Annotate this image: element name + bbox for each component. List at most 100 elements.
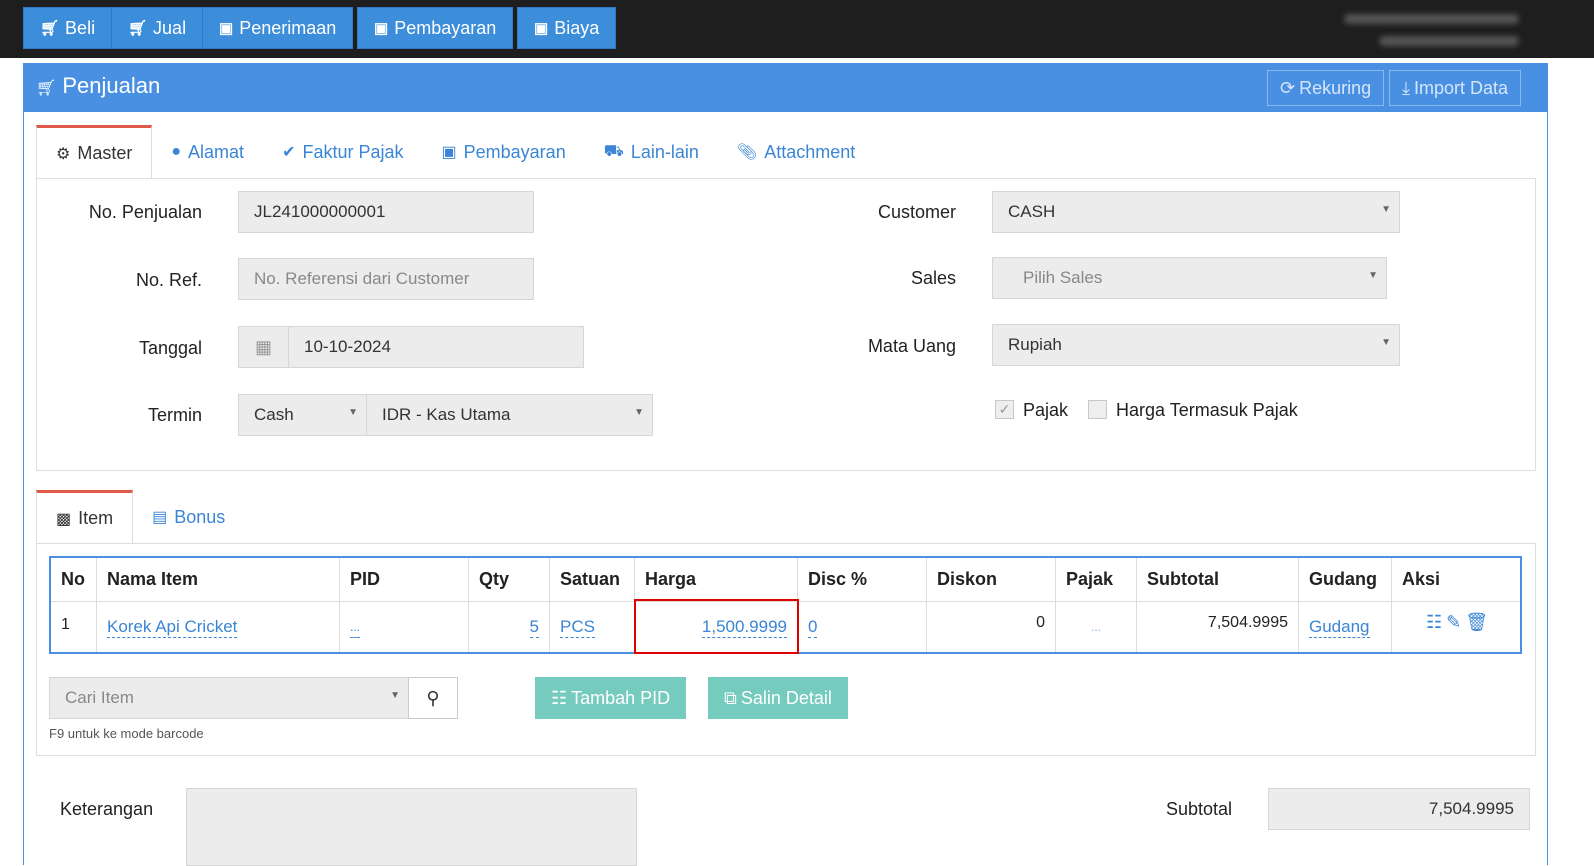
row-satuan-cell: PCS [550, 602, 635, 652]
pajak-checkbox[interactable]: ✓ [995, 400, 1014, 419]
tab-bonus[interactable]: ▤ Bonus [133, 490, 244, 544]
money-icon: ▣ [441, 144, 457, 161]
tab-pembayaran-label: Pembayaran [463, 141, 566, 162]
pencil-icon[interactable]: ✎ [1446, 612, 1461, 633]
harga-link[interactable]: 1,500.9999 [701, 617, 787, 638]
mata-uang-value: Rupiah [1008, 335, 1062, 354]
no-penjualan-label: No. Penjualan [88, 202, 202, 222]
user-info-blurred[interactable] [1334, 8, 1524, 50]
col-satuan: Satuan [550, 558, 635, 602]
tab-item-label: Item [78, 508, 114, 528]
keterangan-textarea[interactable] [186, 788, 637, 866]
rekuring-label: Rekuring [1299, 77, 1372, 98]
rekuring-button[interactable]: ⟳ Rekuring [1267, 70, 1385, 106]
items-table: No Nama Item PID Qty Satuan Harga Disc %… [49, 556, 1522, 654]
money-icon: ▣ [219, 20, 234, 37]
termin-select[interactable]: Cash ▼ [238, 394, 367, 436]
row-disc-cell: 0 [798, 602, 927, 652]
penjualan-panel: 🛒︎ Penjualan ⟳ Rekuring ⤓ Import Data ⚙ Mast… [23, 63, 1548, 866]
search-icon: ⚲ [426, 687, 440, 708]
tab-alamat[interactable]: ● Alamat [152, 125, 263, 179]
tab-item[interactable]: ▩ Item [36, 490, 134, 544]
master-tabs: ⚙ Master ● Alamat ✔ Faktur Pajak ▣ Pembayara… [36, 125, 874, 179]
paperclip-icon: 📎︎ [736, 144, 758, 161]
col-disc: Disc % [798, 558, 927, 602]
kas-select[interactable]: IDR - Kas Utama ▼ [366, 394, 653, 436]
pembayaran-button[interactable]: ▣ Pembayaran [357, 7, 514, 49]
tab-attachment-label: Attachment [764, 141, 856, 162]
customer-select[interactable]: CASH ▼ [992, 191, 1400, 233]
tambah-pid-button[interactable]: ☷ Tambah PID [535, 677, 687, 719]
beli-label: Beli [65, 17, 96, 38]
tambah-pid-label: Tambah PID [571, 687, 671, 708]
tanggal-field[interactable]: ▦ 10-10-2024 [238, 326, 584, 368]
mata-uang-select[interactable]: Rupiah ▼ [992, 324, 1400, 366]
tab-lain-lain[interactable]: ⛟ Lain-lain [585, 125, 718, 179]
qty-link[interactable]: 5 [529, 617, 539, 638]
tab-pembayaran[interactable]: ▣ Pembayaran [423, 125, 585, 179]
tanggal-value: 10-10-2024 [304, 337, 391, 356]
tab-faktur-pajak[interactable]: ✔ Faktur Pajak [263, 125, 422, 179]
biaya-button[interactable]: ▣ Biaya [517, 7, 617, 49]
pajak-link[interactable]: ... [1091, 620, 1101, 634]
search-button[interactable]: ⚲ [408, 677, 458, 719]
disc-link[interactable]: 0 [808, 617, 818, 638]
no-penjualan-field[interactable]: JL241000000001 [238, 191, 534, 233]
row-qty-cell: 5 [469, 602, 550, 652]
row-pid-cell: ... [340, 602, 469, 652]
customer-label: Customer [877, 202, 956, 222]
tab-alamat-label: Alamat [188, 141, 245, 162]
gift-icon: ▤ [152, 509, 168, 526]
trash-icon[interactable]: 🗑︎ [1465, 612, 1488, 633]
cart-icon: 🛒︎ [128, 20, 148, 37]
pajak-label: Pajak [1023, 400, 1069, 420]
row-nama-item-cell: Korek Api Cricket [97, 602, 340, 652]
row-diskon: 0 [927, 602, 1056, 652]
termin-label: Termin [147, 405, 202, 425]
col-aksi: Aksi [1392, 558, 1520, 602]
chevron-down-icon: ▼ [1368, 270, 1378, 281]
tab-lain-lain-label: Lain-lain [630, 141, 699, 162]
tab-attachment[interactable]: 📎︎ Attachment [718, 125, 874, 179]
cari-item-select[interactable]: Cari Item ▼ [49, 677, 409, 719]
barcode-icon[interactable]: ☷ [1426, 612, 1442, 633]
salin-detail-label: Salin Detail [740, 687, 832, 708]
col-pid: PID [340, 558, 469, 602]
customer-value: CASH [1008, 202, 1056, 221]
gudang-link[interactable]: Gudang [1309, 617, 1370, 638]
row-gudang-cell: Gudang [1299, 602, 1392, 652]
beli-button[interactable]: 🛒︎ Beli [23, 7, 113, 49]
check-circle-icon: ✔ [282, 144, 296, 161]
tab-master[interactable]: ⚙ Master [36, 125, 153, 179]
row-aksi: ☷ ✎ 🗑︎ [1392, 602, 1520, 652]
termin-value: Cash [254, 405, 294, 424]
calendar-icon[interactable]: ▦ [239, 327, 289, 367]
col-subtotal: Subtotal [1137, 558, 1299, 602]
truck-icon: ⛟ [603, 143, 624, 160]
top-navbar: 🛒︎ Beli 🛒︎ Jual ▣ Penerimaan ▣ Pembayaran ▣ B… [0, 0, 1594, 58]
item-name-link[interactable]: Korek Api Cricket [107, 617, 238, 638]
table-row: 1 Korek Api Cricket ... 5 PCS 1,500.9999… [51, 599, 1520, 654]
row-no: 1 [51, 602, 97, 652]
import-data-label: Import Data [1413, 77, 1509, 98]
pid-link[interactable]: ... [350, 617, 361, 638]
chevron-down-icon: ▼ [1381, 204, 1391, 215]
refresh-icon: ⟳ [1280, 77, 1296, 98]
penerimaan-button[interactable]: ▣ Penerimaan [202, 7, 354, 49]
salin-detail-button[interactable]: ⧉ Salin Detail [708, 677, 848, 719]
import-data-button[interactable]: ⤓ Import Data [1389, 70, 1522, 106]
row-subtotal: 7,504.9995 [1137, 602, 1299, 652]
harga-termasuk-pajak-label: Harga Termasuk Pajak [1116, 400, 1298, 420]
cart-icon: 🛒︎ [40, 20, 60, 37]
jual-button[interactable]: 🛒︎ Jual [111, 7, 204, 49]
sales-select[interactable]: Pilih Sales ▼ [992, 257, 1387, 299]
col-nama-item: Nama Item [97, 558, 340, 602]
col-diskon: Diskon [927, 558, 1056, 602]
biaya-label: Biaya [554, 17, 600, 38]
harga-termasuk-pajak-checkbox[interactable] [1088, 400, 1107, 419]
download-icon: ⤓ [1402, 77, 1410, 98]
no-ref-input[interactable]: No. Referensi dari Customer [238, 258, 534, 300]
satuan-link[interactable]: PCS [560, 617, 595, 638]
panel-header: 🛒︎ Penjualan ⟳ Rekuring ⤓ Import Data [24, 64, 1547, 112]
cubes-icon: ▩ [56, 510, 72, 528]
